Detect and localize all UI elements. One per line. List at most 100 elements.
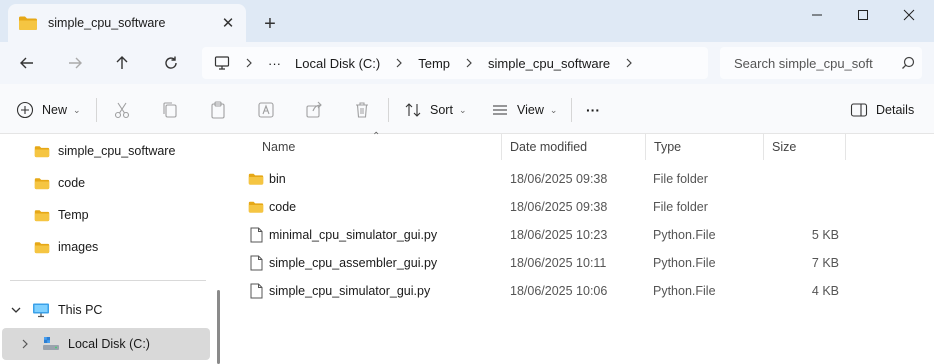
file-size [759, 165, 839, 193]
chevron-right-icon[interactable] [20, 338, 30, 350]
sidebar-item-label: Temp [58, 208, 89, 222]
view-button[interactable]: View ⌄ [491, 96, 557, 124]
details-label: Details [876, 103, 915, 117]
column-header-type[interactable]: Type [646, 134, 764, 160]
table-row[interactable]: simple_cpu_simulator_gui.py 18/06/2025 1… [226, 277, 934, 305]
breadcrumb-local-disk[interactable]: Local Disk (C:) [295, 56, 380, 71]
title-bar: simple_cpu_software ✕ + [0, 0, 934, 42]
share-icon[interactable] [304, 100, 324, 120]
breadcrumb-overflow[interactable]: ··· [268, 56, 281, 71]
column-header-name[interactable]: Name [254, 134, 502, 160]
rename-icon[interactable] [256, 100, 276, 120]
maximize-icon[interactable] [840, 0, 886, 30]
forward-button[interactable] [60, 48, 90, 78]
table-row[interactable]: minimal_cpu_simulator_gui.py 18/06/2025 … [226, 221, 934, 249]
sidebar-item-label: simple_cpu_software [58, 144, 176, 158]
search-icon [894, 56, 922, 70]
file-size [759, 193, 839, 221]
sidebar-item-label: images [58, 240, 99, 254]
tab-close-icon[interactable]: ✕ [214, 9, 242, 37]
details-button[interactable]: Details [850, 96, 914, 124]
chevron-right-icon[interactable] [624, 58, 634, 68]
file-name: bin [269, 172, 286, 186]
arrow-right-icon [69, 57, 82, 69]
file-name: code [269, 200, 297, 214]
sidebar-item-images[interactable]: images [34, 233, 98, 261]
sidebar-item-label: code [58, 176, 86, 190]
table-row[interactable]: simple_cpu_assembler_gui.py 18/06/2025 1… [226, 249, 934, 277]
file-size: 5 KB [811, 228, 839, 242]
navigation-pane: simple_cpu_software code Temp images Thi… [0, 134, 220, 364]
chevron-down-icon: ⌄ [549, 104, 558, 115]
minimize-icon[interactable] [794, 0, 840, 30]
details-pane-icon [850, 103, 868, 117]
arrow-left-icon [20, 57, 33, 69]
separator [388, 98, 389, 122]
up-button[interactable] [107, 48, 137, 78]
table-row[interactable]: code 18/06/2025 09:38 File folder [226, 193, 934, 221]
more-options-button[interactable]: ··· [586, 96, 600, 124]
folder-icon [248, 173, 264, 185]
command-bar: New ⌄ Sort ⌄ View ⌄ ··· Details [0, 84, 934, 134]
breadcrumb-temp[interactable]: Temp [418, 56, 450, 71]
refresh-button[interactable] [156, 48, 186, 78]
view-lines-icon [493, 105, 507, 115]
chevron-down-icon: ⌄ [73, 104, 81, 115]
document-icon [250, 227, 263, 243]
chevron-right-icon [466, 58, 472, 68]
sidebar-item-local-disk[interactable]: Local Disk (C:) [20, 330, 150, 358]
divider [10, 280, 206, 281]
cut-icon[interactable] [112, 100, 132, 120]
paste-icon[interactable] [208, 100, 228, 120]
breadcrumb-simple-cpu-software[interactable]: simple_cpu_software [488, 56, 610, 71]
file-size: 7 KB [811, 256, 839, 270]
file-size: 4 KB [811, 284, 839, 298]
search-box[interactable]: Search simple_cpu_soft [720, 47, 922, 79]
column-header-size[interactable]: Size [764, 134, 846, 160]
arrow-up-icon [116, 56, 128, 69]
computer-icon [33, 303, 49, 318]
column-header-date[interactable]: Date modified [502, 134, 646, 160]
folder-icon [248, 201, 264, 213]
sidebar-scrollbar[interactable] [217, 290, 220, 364]
back-button[interactable] [12, 48, 42, 78]
document-icon [250, 283, 263, 299]
file-date: 18/06/2025 09:38 [510, 172, 608, 186]
separator [96, 98, 97, 122]
folder-icon [19, 16, 37, 30]
sidebar-item-simple-cpu-software[interactable]: simple_cpu_software [34, 137, 175, 165]
chevron-right-icon [246, 58, 252, 68]
document-icon [250, 255, 263, 271]
folder-icon [34, 145, 50, 157]
close-icon[interactable] [886, 0, 932, 30]
sort-label: Sort [430, 103, 453, 117]
file-type: Python.File [653, 228, 716, 242]
file-date: 18/06/2025 10:23 [510, 228, 608, 242]
file-list: ⌃ Name Date modified Type Size bin 18/06… [226, 131, 934, 364]
sidebar-item-temp[interactable]: Temp [34, 201, 89, 229]
table-row[interactable]: bin 18/06/2025 09:38 File folder [226, 165, 934, 193]
copy-icon[interactable] [160, 100, 180, 120]
tab-simple-cpu-software[interactable]: simple_cpu_software ✕ [8, 4, 246, 42]
file-date: 18/06/2025 09:38 [510, 200, 608, 214]
file-name: simple_cpu_simulator_gui.py [269, 284, 431, 298]
sort-button[interactable]: Sort ⌄ [404, 96, 466, 124]
sidebar-item-label: Local Disk (C:) [68, 337, 150, 351]
new-button[interactable]: New ⌄ [16, 96, 81, 124]
file-name: simple_cpu_assembler_gui.py [269, 256, 438, 270]
refresh-icon [165, 56, 177, 69]
chevron-right-icon [396, 58, 403, 68]
chevron-down-icon[interactable] [10, 304, 22, 316]
file-type: Python.File [653, 256, 716, 270]
tab-label: simple_cpu_software [48, 16, 166, 30]
chevron-down-icon: ⌄ [458, 104, 467, 115]
sidebar-item-code[interactable]: code [34, 169, 85, 197]
view-label: View [517, 103, 544, 117]
search-input[interactable]: Search simple_cpu_soft [734, 56, 894, 71]
address-bar[interactable]: ··· Local Disk (C:) Temp simple_cpu_soft… [202, 47, 708, 79]
sidebar-item-this-pc[interactable]: This PC [10, 296, 102, 324]
file-type: File folder [653, 172, 708, 186]
delete-icon[interactable] [352, 100, 372, 120]
file-type: File folder [653, 200, 708, 214]
new-tab-button[interactable]: + [256, 10, 284, 38]
